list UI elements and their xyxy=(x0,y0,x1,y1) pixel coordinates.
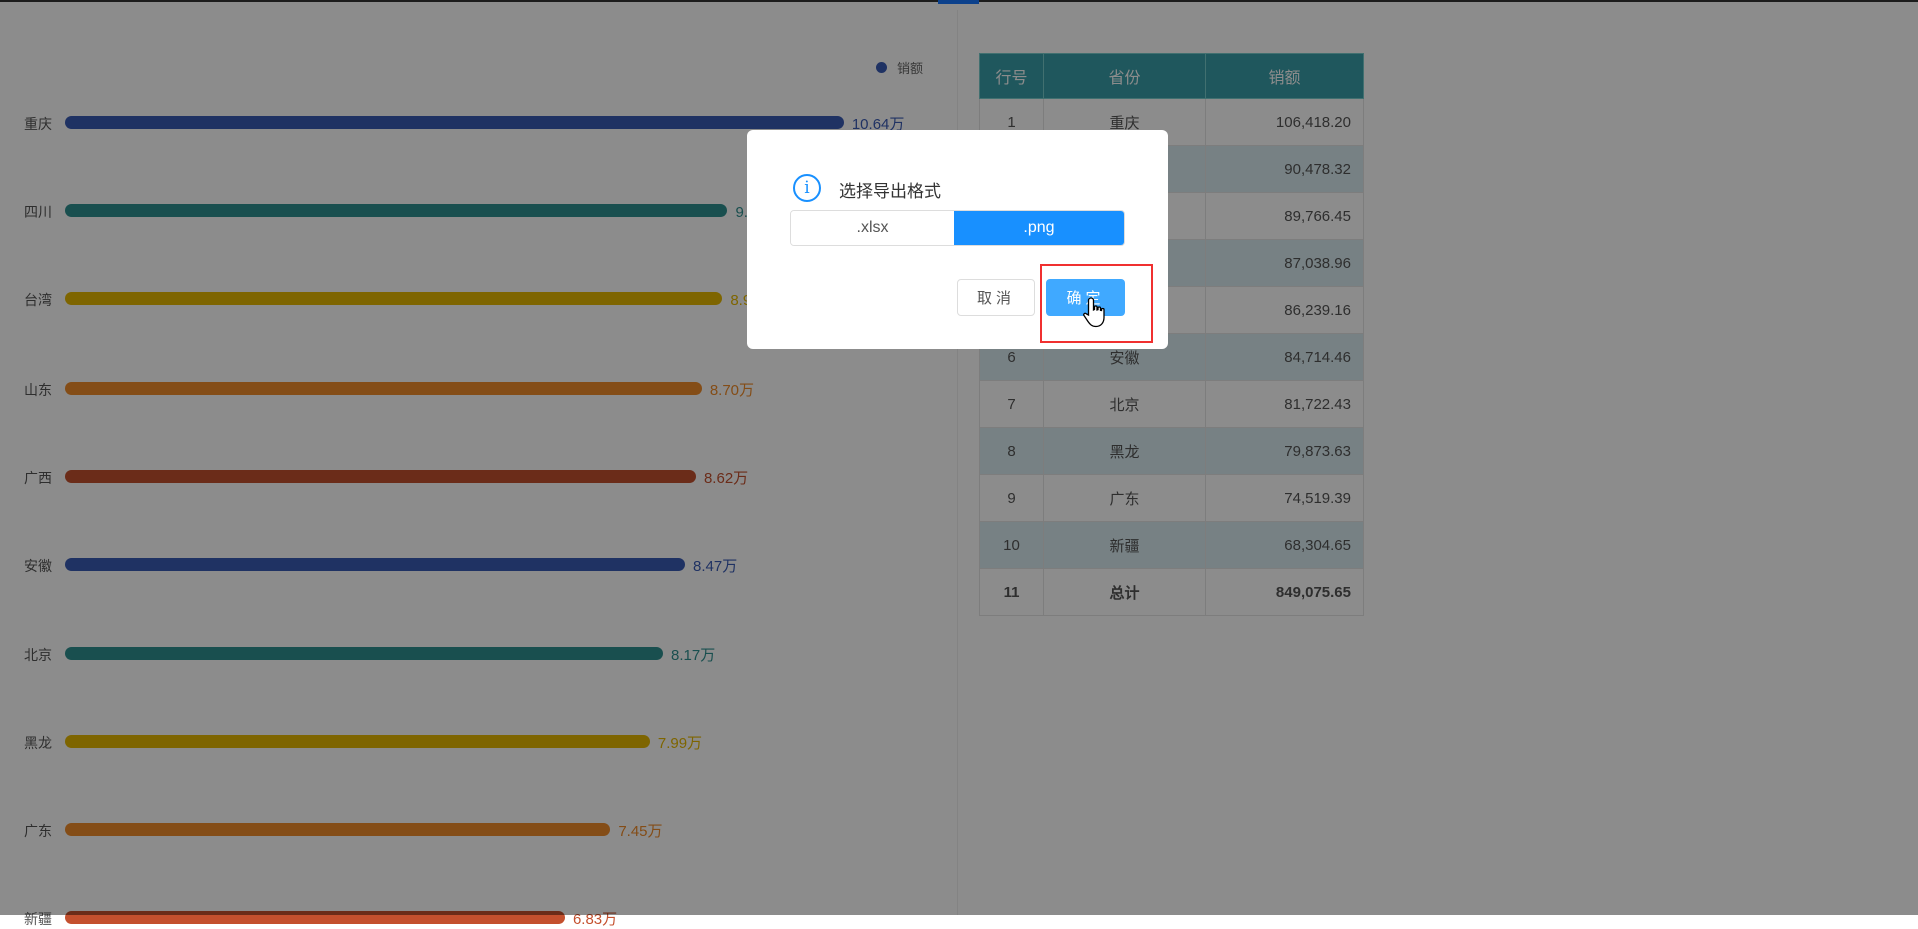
hand-cursor-icon xyxy=(1083,297,1105,328)
format-option-png[interactable]: .png xyxy=(954,211,1124,245)
format-selector: .xlsx .png xyxy=(790,210,1125,246)
dialog-title: 选择导出格式 xyxy=(839,182,941,201)
info-icon: i xyxy=(793,174,821,202)
cancel-button[interactable]: 取消 xyxy=(957,279,1035,316)
format-option-xlsx[interactable]: .xlsx xyxy=(791,211,954,245)
